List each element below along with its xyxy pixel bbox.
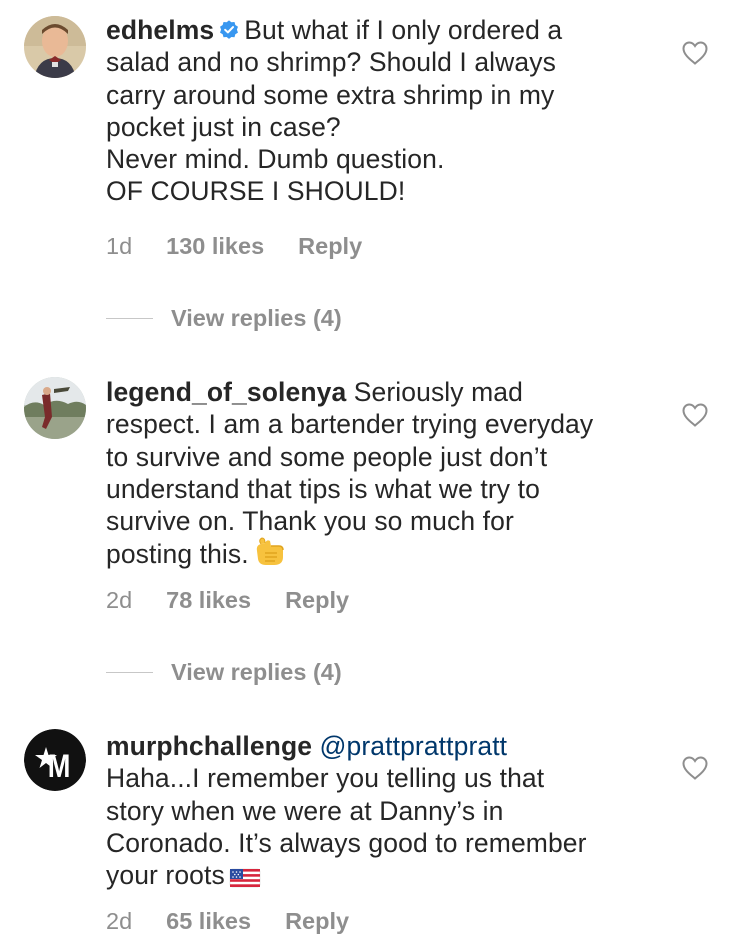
comment-line: your roots — [106, 860, 225, 891]
comment-line: Coronado. It’s always good to remember — [106, 827, 587, 858]
comment-time: 2d — [106, 587, 133, 613]
comment-text: murphchallenge @prattprattpratt Haha...I… — [106, 730, 666, 891]
avatar[interactable]: M — [24, 729, 86, 791]
comment-line: Haha...I remember you telling us that — [106, 763, 545, 794]
comment-time: 1d — [106, 233, 133, 259]
comment-line: Never mind. Dumb question. — [106, 144, 445, 175]
divider — [106, 317, 153, 319]
reply-button[interactable]: Reply — [298, 233, 362, 259]
divider — [106, 671, 153, 673]
comment-line: story when we were at Danny’s in — [106, 795, 504, 826]
comment-line: Seriously mad — [353, 377, 523, 407]
comment-line: OF COURSE I SHOULD! — [106, 176, 406, 207]
comment-username[interactable]: murphchallenge — [106, 731, 312, 761]
comment-text: legend_of_solenya Seriously mad respect.… — [106, 376, 666, 571]
comment-line: But what if I only ordered a — [244, 15, 563, 45]
comment-line: posting this. — [106, 539, 249, 570]
comment-time: 2d — [106, 908, 133, 934]
comment-text: edhelms But what if I only ordered a sala… — [106, 14, 666, 208]
comment-line: salad and no shrimp? Should I always — [106, 47, 556, 78]
comment-line: respect. I am a bartender trying everyda… — [106, 409, 594, 440]
comment-line: pocket just in case? — [106, 111, 341, 142]
comment-username[interactable]: legend_of_solenya — [106, 377, 346, 407]
comment-likes[interactable]: 65 likes — [166, 908, 251, 934]
comment-likes[interactable]: 130 likes — [166, 233, 264, 259]
svg-text:M: M — [48, 749, 71, 785]
verified-badge-icon — [220, 20, 239, 39]
view-replies-button[interactable]: View replies (4) — [106, 657, 342, 687]
comment-line: to survive and some people just don’t — [106, 441, 548, 472]
view-replies-label: View replies (4) — [171, 658, 342, 685]
comment-meta: 2d 78 likes Reply — [106, 587, 383, 614]
reply-button[interactable]: Reply — [285, 908, 349, 934]
view-replies-label: View replies (4) — [171, 304, 342, 331]
us-flag-emoji-icon — [229, 868, 261, 888]
call-me-hand-emoji-icon — [256, 537, 284, 566]
mention-link[interactable]: @prattprattpratt — [320, 731, 508, 761]
avatar[interactable] — [24, 16, 86, 78]
reply-button[interactable]: Reply — [285, 587, 349, 613]
comment-meta: 1d 130 likes Reply — [106, 233, 396, 260]
like-heart-icon[interactable] — [681, 40, 709, 66]
comment-username[interactable]: edhelms — [106, 15, 214, 45]
comment-meta: 2d 65 likes Reply — [106, 908, 383, 935]
like-heart-icon[interactable] — [681, 755, 709, 781]
comment-line: carry around some extra shrimp in my — [106, 79, 555, 110]
avatar[interactable] — [24, 377, 86, 439]
comment-likes[interactable]: 78 likes — [166, 587, 251, 613]
like-heart-icon[interactable] — [681, 402, 709, 428]
comment-line: survive on. Thank you so much for — [106, 506, 514, 537]
comment-line: understand that tips is what we try to — [106, 473, 540, 504]
view-replies-button[interactable]: View replies (4) — [106, 303, 342, 333]
